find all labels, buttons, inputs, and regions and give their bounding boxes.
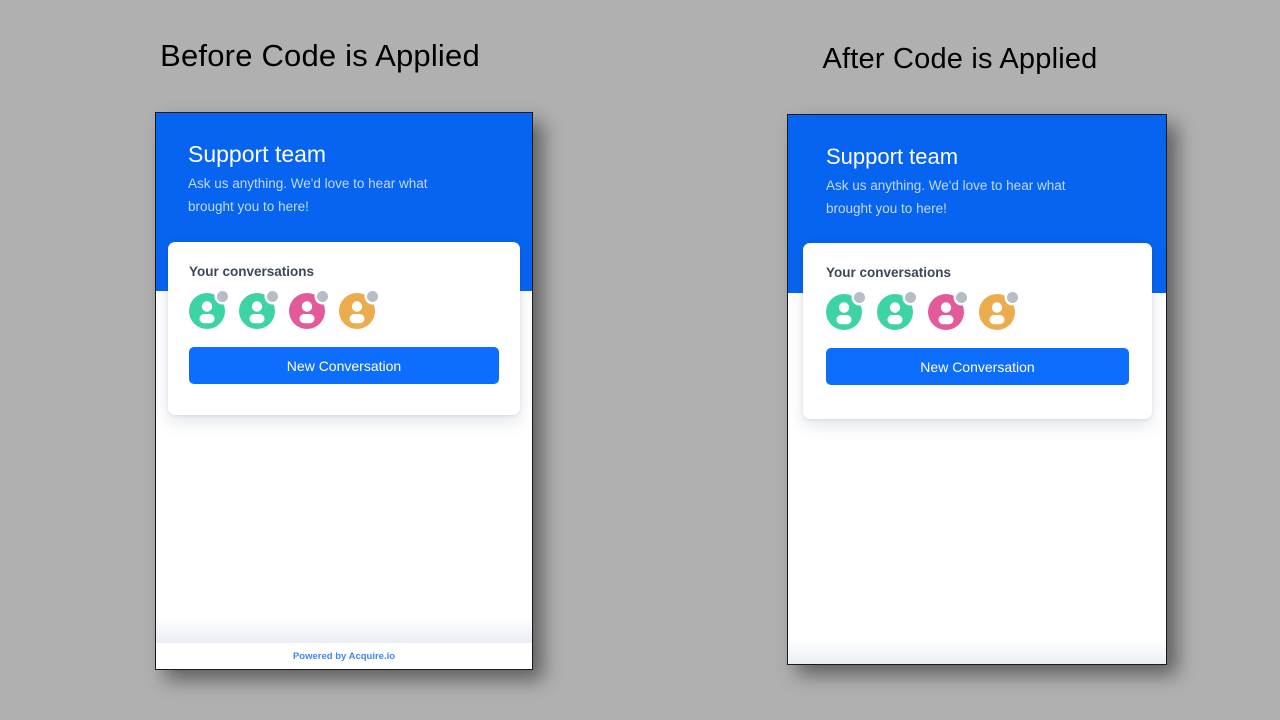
your-conversations-label: Your conversations bbox=[189, 264, 315, 279]
status-dot-icon bbox=[956, 292, 967, 303]
avatar[interactable] bbox=[239, 291, 278, 329]
comparison-panel-before: Before Code is Applied Support team Ask … bbox=[0, 0, 640, 720]
new-conversation-button[interactable]: New Conversation bbox=[189, 347, 499, 384]
status-dot-icon bbox=[367, 291, 378, 302]
support-team-title: Support team bbox=[188, 141, 327, 167]
comparison-panel-after: After Code is Applied Support team Ask u… bbox=[640, 0, 1280, 720]
status-dot-icon bbox=[267, 291, 278, 302]
body-bottom-fade bbox=[788, 638, 1166, 664]
chat-widget-after: Support team Ask us anything. We'd love … bbox=[787, 114, 1167, 665]
avatar[interactable] bbox=[289, 291, 328, 329]
panel-title-before: Before Code is Applied bbox=[160, 38, 480, 73]
chat-widget-before: Support team Ask us anything. We'd love … bbox=[155, 112, 533, 670]
avatar[interactable] bbox=[979, 292, 1018, 330]
avatar[interactable] bbox=[189, 291, 228, 329]
avatar[interactable] bbox=[826, 292, 865, 330]
chat-widget-footer: Powered by Acquire.io bbox=[156, 642, 532, 669]
status-dot-icon bbox=[317, 291, 328, 302]
powered-by-link[interactable]: Powered by Acquire.io bbox=[293, 651, 395, 662]
avatar-list bbox=[189, 291, 499, 329]
your-conversations-label: Your conversations bbox=[826, 265, 952, 280]
status-dot-icon bbox=[905, 292, 916, 303]
chat-widget-body: Support team Ask us anything. We'd love … bbox=[156, 113, 532, 642]
body-bottom-fade bbox=[156, 616, 532, 642]
support-team-subtitle: Ask us anything. We'd love to hear what … bbox=[826, 178, 1066, 216]
support-team-title: Support team bbox=[826, 144, 959, 169]
support-team-subtitle: Ask us anything. We'd love to hear what … bbox=[188, 176, 428, 214]
avatar[interactable] bbox=[877, 292, 916, 330]
status-dot-icon bbox=[854, 292, 865, 303]
avatar-list bbox=[826, 292, 1129, 330]
your-conversations-card: Your conversations New Conversation bbox=[803, 243, 1152, 419]
avatar[interactable] bbox=[928, 292, 967, 330]
your-conversations-card: Your conversations New Conversation bbox=[168, 242, 520, 415]
status-dot-icon bbox=[217, 291, 228, 302]
status-dot-icon bbox=[1007, 292, 1018, 303]
panel-title-after: After Code is Applied bbox=[822, 43, 1098, 75]
avatar[interactable] bbox=[339, 291, 378, 329]
chat-widget-body: Support team Ask us anything. We'd love … bbox=[788, 115, 1166, 664]
new-conversation-button[interactable]: New Conversation bbox=[826, 348, 1129, 385]
